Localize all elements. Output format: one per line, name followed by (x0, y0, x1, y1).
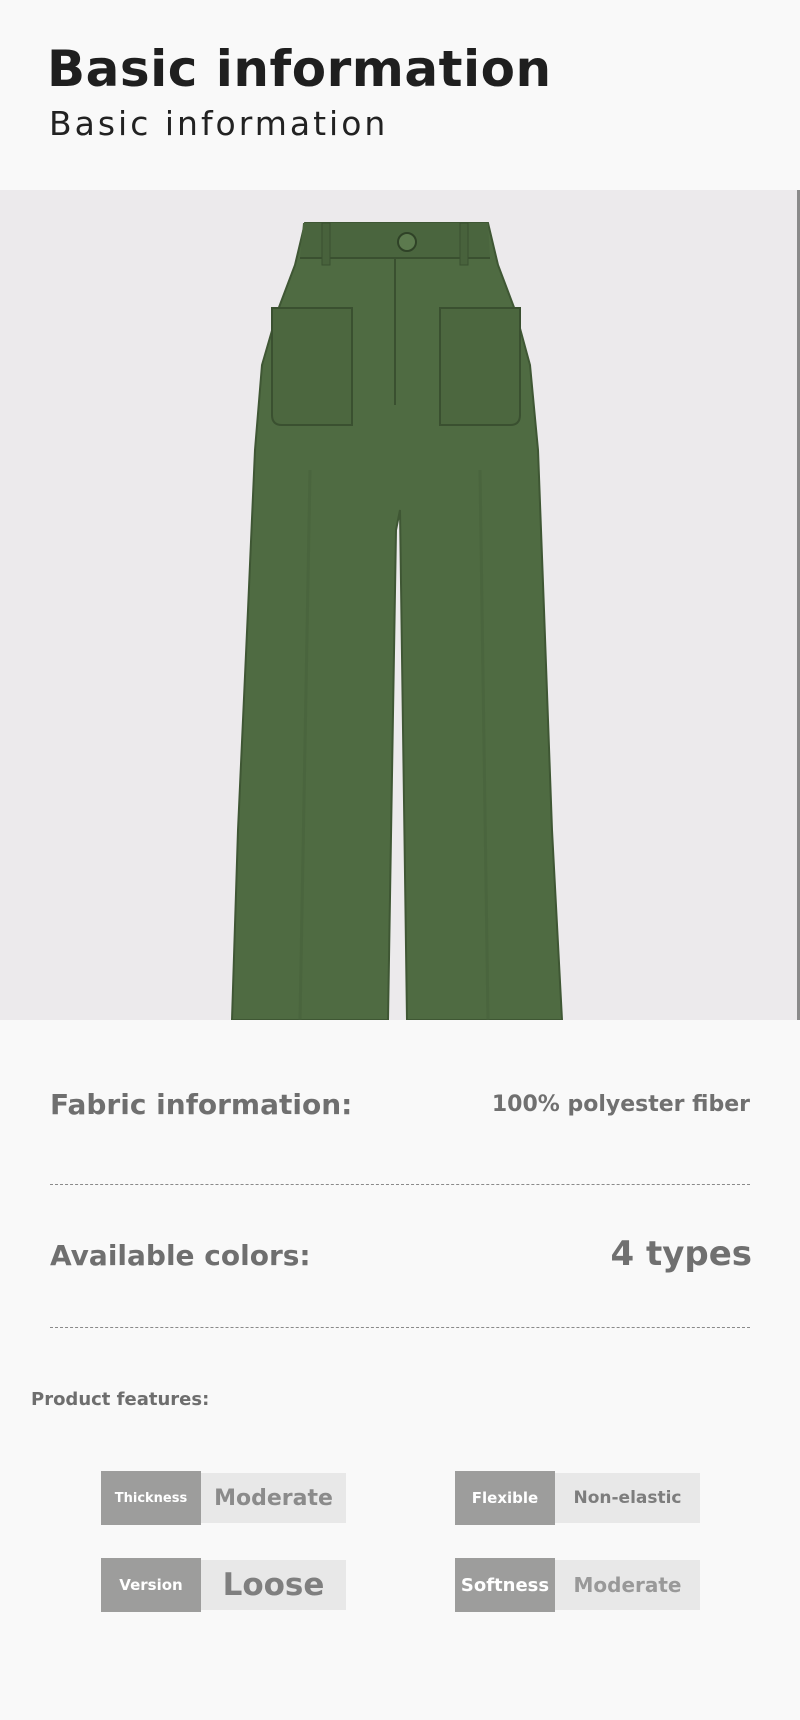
feature-key: Flexible (455, 1471, 555, 1525)
divider (50, 1327, 750, 1328)
colors-value: 4 types (610, 1234, 752, 1274)
fabric-label: Fabric information: (50, 1088, 353, 1121)
wide-leg-trousers-image (0, 190, 800, 1020)
feature-thickness: Thickness Moderate (101, 1471, 346, 1525)
feature-flexible: Flexible Non-elastic (455, 1471, 700, 1525)
header: Basic information Basic information (0, 0, 800, 190)
feature-version: Version Loose (101, 1558, 346, 1612)
feature-value: Moderate (201, 1473, 346, 1523)
feature-value: Moderate (555, 1560, 700, 1610)
colors-label: Available colors: (50, 1239, 311, 1272)
feature-key: Softness (455, 1558, 555, 1612)
feature-key: Thickness (101, 1471, 201, 1525)
page-subtitle: Basic information (49, 104, 389, 143)
page-title: Basic information (47, 40, 552, 98)
feature-value: Loose (201, 1560, 346, 1610)
divider (50, 1184, 750, 1185)
fabric-value: 100% polyester fiber (491, 1092, 750, 1117)
feature-key: Version (101, 1558, 201, 1612)
features-heading: Product features: (31, 1389, 210, 1410)
feature-value: Non-elastic (555, 1473, 700, 1523)
feature-softness: Softness Moderate (455, 1558, 700, 1612)
product-photo (0, 190, 800, 1020)
